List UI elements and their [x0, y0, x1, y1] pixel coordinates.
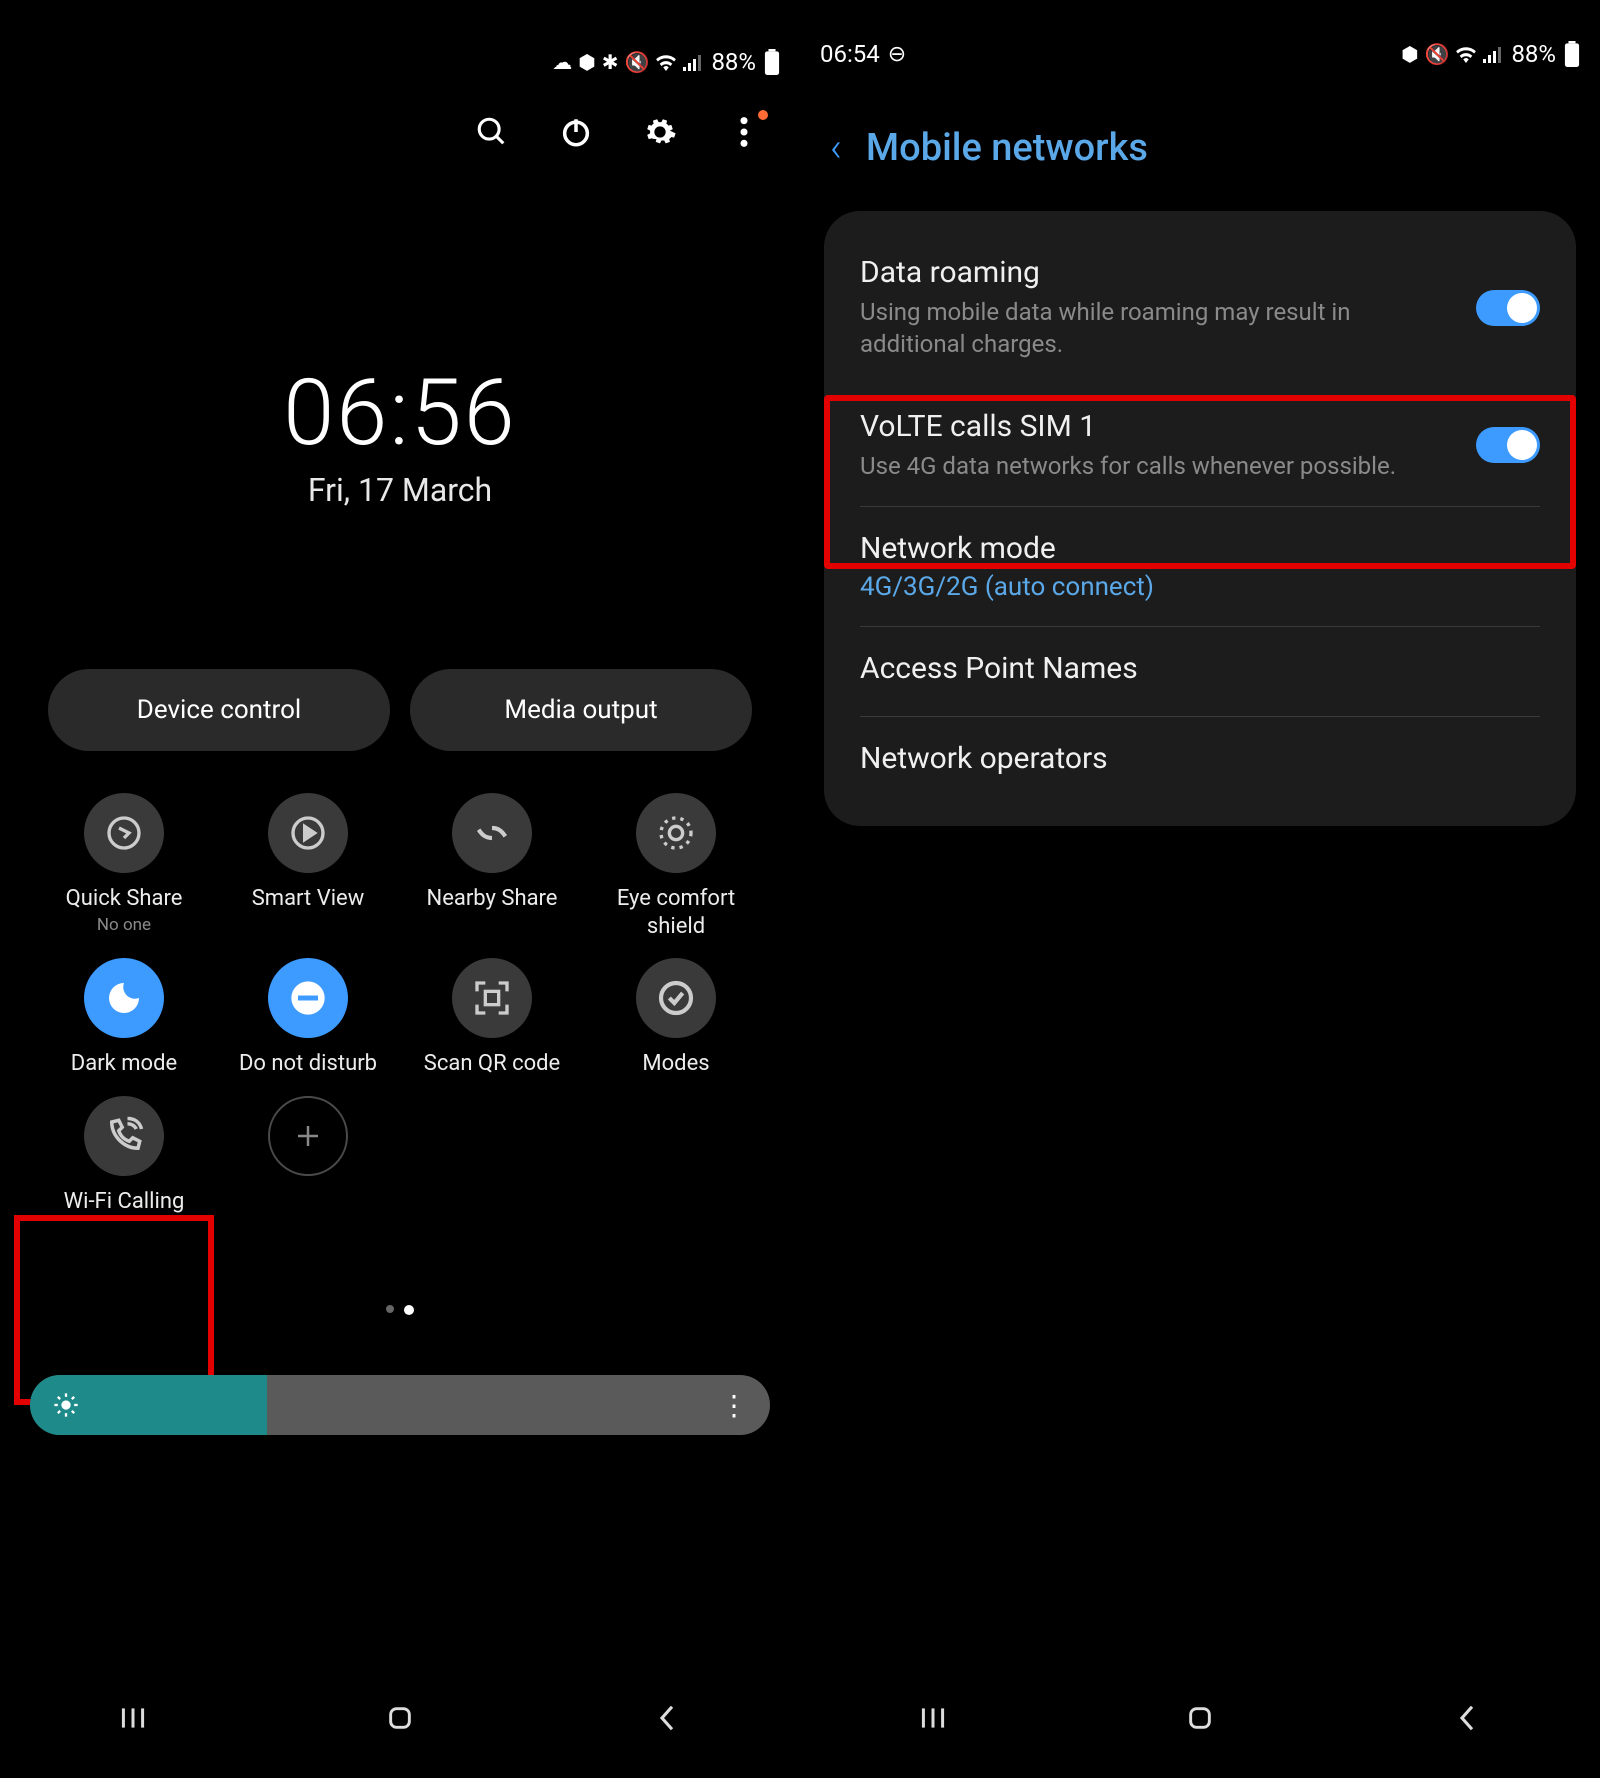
page-title: Mobile networks [866, 126, 1148, 170]
wifi-icon [655, 53, 677, 71]
dark-mode-icon [104, 978, 144, 1018]
nav-back[interactable] [649, 1700, 685, 1736]
status-icons: ☁ ⬢ ✱ 🔇 [552, 50, 703, 74]
brightness-icon [52, 1391, 80, 1419]
row-network-operators[interactable]: Network operators [824, 717, 1576, 806]
page-header: ‹ Mobile networks [800, 76, 1600, 201]
status-icons: ⬢ 🔇 [1401, 42, 1503, 66]
smart-view-icon [288, 813, 328, 853]
nav-bar [0, 1688, 800, 1748]
nav-bar [800, 1688, 1600, 1748]
battery-percent: 88% [711, 48, 756, 76]
tile-nearby-share[interactable]: Nearby Share [406, 793, 578, 940]
brightness-more-icon[interactable]: ⋮ [720, 1389, 748, 1422]
qr-code-icon [472, 978, 512, 1018]
dnd-icon [288, 978, 328, 1018]
modes-icon [656, 978, 696, 1018]
row-data-roaming[interactable]: Data roaming Using mobile data while roa… [824, 231, 1576, 385]
search-button[interactable] [474, 114, 510, 150]
row-apn[interactable]: Access Point Names [824, 627, 1576, 716]
back-button[interactable]: ‹ [830, 124, 842, 171]
nav-recents[interactable] [115, 1700, 151, 1736]
tile-grid: Quick Share No one Smart View Nearby Sha… [0, 751, 800, 1215]
nav-home[interactable] [1182, 1700, 1218, 1736]
wifi-calling-icon [103, 1115, 145, 1157]
device-control-button[interactable]: Device control [48, 669, 390, 751]
clock-time: 06:56 [0, 360, 800, 467]
signal-icon [683, 53, 703, 71]
quick-share-icon [104, 813, 144, 853]
clock: 06:56 Fri, 17 March [0, 360, 800, 509]
mute-icon: 🔇 [1425, 42, 1450, 66]
notification-dot-icon [758, 110, 768, 120]
eye-comfort-icon [656, 813, 696, 853]
battery-care-icon: ⬢ [578, 50, 595, 74]
tile-modes[interactable]: Modes [590, 958, 762, 1078]
power-button[interactable] [558, 114, 594, 150]
tile-wifi-calling[interactable]: Wi-Fi Calling [38, 1096, 210, 1216]
quick-settings-panel: ☁ ⬢ ✱ 🔇 88% 06:5 [0, 0, 800, 1778]
quick-action-pills: Device control Media output [0, 669, 800, 751]
wifi-icon [1455, 45, 1477, 63]
toggle-data-roaming[interactable] [1476, 290, 1540, 326]
nav-back[interactable] [1449, 1700, 1485, 1736]
battery-percent: 88% [1511, 40, 1556, 68]
tile-dark-mode[interactable]: Dark mode [38, 958, 210, 1078]
more-button[interactable] [726, 114, 762, 150]
tile-dnd[interactable]: Do not disturb [222, 958, 394, 1078]
mobile-networks-panel: 06:54 ⊖ ⬢ 🔇 88% ‹ Mobile networks Data r… [800, 0, 1600, 1778]
signal-icon [1483, 45, 1503, 63]
tile-smart-view[interactable]: Smart View [222, 793, 394, 940]
status-time: 06:54 [820, 40, 880, 68]
cloud-icon: ☁ [552, 50, 572, 74]
nearby-share-icon [472, 813, 512, 853]
battery-care-icon: ⬢ [1401, 42, 1418, 66]
nav-home[interactable] [382, 1700, 418, 1736]
tile-add[interactable] [222, 1096, 394, 1216]
tile-eye-comfort[interactable]: Eye comfort shield [590, 793, 762, 940]
brightness-slider[interactable]: ⋮ [30, 1375, 770, 1435]
status-bar: ☁ ⬢ ✱ 🔇 88% [0, 40, 800, 84]
battery-icon [1564, 41, 1580, 67]
battery-icon [764, 49, 780, 75]
clock-date: Fri, 17 March [0, 471, 800, 509]
tile-scan-qr[interactable]: Scan QR code [406, 958, 578, 1078]
bluetooth-icon: ✱ [602, 50, 619, 74]
plus-icon [293, 1121, 323, 1151]
media-output-button[interactable]: Media output [410, 669, 752, 751]
tile-quick-share[interactable]: Quick Share No one [38, 793, 210, 940]
dnd-status-icon: ⊖ [888, 42, 906, 67]
quick-settings-topbar [0, 84, 800, 160]
settings-button[interactable] [642, 114, 678, 150]
nav-recents[interactable] [915, 1700, 951, 1736]
highlight-box-volte [824, 395, 1576, 569]
status-bar: 06:54 ⊖ ⬢ 🔇 88% [800, 32, 1600, 76]
mute-icon: 🔇 [625, 50, 650, 74]
